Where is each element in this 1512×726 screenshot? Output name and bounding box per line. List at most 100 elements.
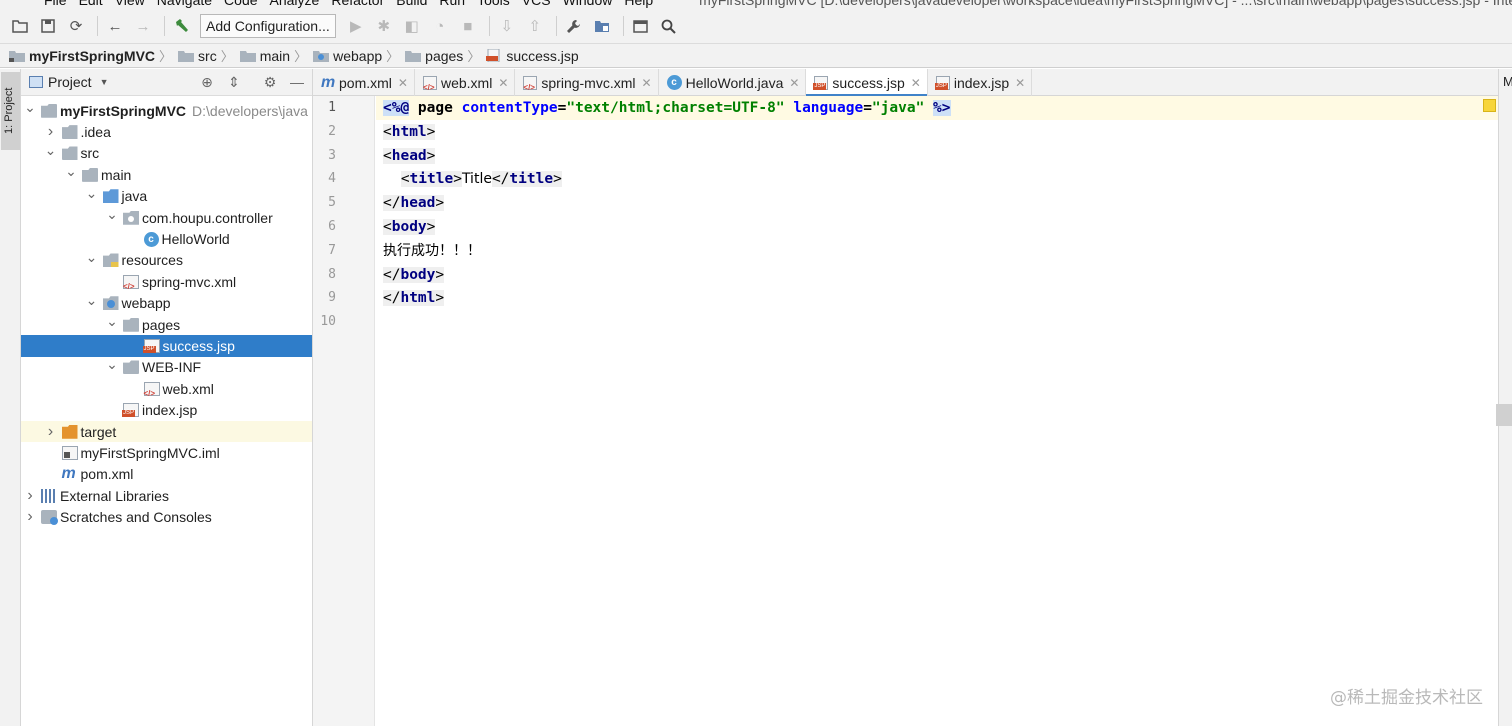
code-editor[interactable]: <%@ page contentType = "text/html;charset=…	[376, 96, 1498, 726]
chevron-down-icon[interactable]: ⌄	[86, 186, 98, 202]
tree-item[interactable]: ›success.jsp	[21, 335, 312, 357]
breadcrumb-item[interactable]: success.jsp	[486, 48, 579, 64]
breadcrumb-item[interactable]: src 〉	[178, 46, 240, 65]
tree-item[interactable]: › External Libraries	[21, 485, 312, 506]
editor-tab[interactable]: success.jsp ✕	[806, 69, 928, 97]
tree-item[interactable]: ⌄ main	[21, 164, 312, 185]
menu-vcs[interactable]: VCS	[516, 0, 557, 8]
tree-item[interactable]: › target	[21, 421, 312, 443]
menu-help[interactable]: Help	[618, 0, 659, 8]
project-structure-icon[interactable]	[590, 14, 614, 38]
tree-item[interactable]: › Scratches and Consoles	[21, 507, 312, 528]
chevron-down-icon[interactable]: ⌄	[86, 293, 98, 309]
hide-panel-icon[interactable]: —	[288, 73, 306, 91]
jsp-file-icon	[142, 339, 160, 354]
menu-file[interactable]: File	[38, 0, 73, 8]
excluded-folder-icon	[61, 424, 78, 439]
gear-icon[interactable]: ⚙	[261, 73, 279, 91]
save-all-icon[interactable]	[36, 14, 60, 38]
close-icon[interactable]: ✕	[498, 76, 508, 90]
back-arrow-icon[interactable]: ←	[103, 14, 127, 38]
tree-item[interactable]: ⌄ pages	[21, 314, 312, 335]
menu-analyze[interactable]: Analyze	[264, 0, 326, 8]
chevron-right-icon[interactable]: ›	[45, 123, 57, 141]
tree-item[interactable]: › .idea	[21, 121, 312, 142]
editor-tab[interactable]: spring-mvc.xml ✕	[515, 69, 659, 96]
collapse-all-icon[interactable]: ⇕	[225, 73, 243, 91]
tree-item[interactable]: ›spring-mvc.xml	[21, 271, 312, 292]
menu-tools[interactable]: Tools	[471, 0, 516, 8]
menu-edit[interactable]: Edit	[73, 0, 109, 8]
chevron-down-icon[interactable]: ⌄	[45, 143, 57, 159]
synchronize-icon[interactable]: ⟳	[64, 14, 88, 38]
chevron-right-icon[interactable]: ›	[24, 487, 36, 505]
code-line: </html>	[383, 286, 445, 310]
close-icon[interactable]: ✕	[911, 76, 921, 90]
terminal-window-icon[interactable]	[629, 14, 653, 38]
tree-item[interactable]: ⌄ webapp	[21, 293, 312, 314]
inspection-status-icon[interactable]	[1483, 99, 1496, 112]
chevron-down-icon[interactable]: ⌄	[106, 314, 118, 330]
menu-build[interactable]: Build	[390, 0, 433, 8]
menu-run[interactable]: Run	[433, 0, 471, 8]
build-hammer-icon[interactable]	[170, 14, 194, 38]
breadcrumb-item[interactable]: pages 〉	[405, 46, 486, 65]
editor-tab[interactable]: index.jsp ✕	[928, 69, 1033, 96]
chevron-down-icon[interactable]: ⌄	[106, 207, 118, 223]
editor-tab[interactable]: c HelloWorld.java ✕	[659, 69, 807, 96]
breadcrumb-item[interactable]: myFirstSpringMVC 〉	[9, 46, 178, 65]
settings-wrench-icon[interactable]	[562, 14, 586, 38]
tree-item[interactable]: ⌄ com.houpu.controller	[21, 207, 312, 228]
editor-tab[interactable]: web.xml ✕	[415, 69, 516, 96]
chevron-down-icon[interactable]: ▼	[100, 77, 109, 87]
forward-arrow-icon[interactable]: →	[131, 14, 155, 38]
chevron-down-icon[interactable]: ⌄	[106, 357, 118, 373]
chevron-right-icon[interactable]: ›	[45, 423, 57, 441]
menu-navigate[interactable]: Navigate	[151, 0, 218, 8]
vcs-update-icon[interactable]: ⇩	[495, 14, 519, 38]
maven-tool-tab[interactable]: M	[1503, 74, 1512, 89]
profile-icon[interactable]: ◔	[428, 14, 452, 38]
chevron-right-icon[interactable]: ›	[24, 508, 36, 526]
breadcrumb-item[interactable]: webapp 〉	[313, 46, 405, 65]
tree-item[interactable]: ›myFirstSpringMVC.iml	[21, 442, 312, 463]
tree-item[interactable]: ›cHelloWorld	[21, 228, 312, 249]
menu-refactor[interactable]: Refactor	[325, 0, 390, 8]
project-view-dropdown[interactable]: Project	[48, 74, 92, 90]
tree-item[interactable]: ›index.jsp	[21, 400, 312, 421]
chevron-down-icon[interactable]: ⌄	[86, 250, 98, 266]
chevron-down-icon[interactable]: ⌄	[65, 164, 77, 180]
chevron-down-icon[interactable]: ⌄	[24, 100, 36, 116]
open-folder-icon[interactable]	[8, 14, 32, 38]
debug-icon[interactable]: ✱	[372, 14, 396, 38]
close-icon[interactable]: ✕	[1015, 76, 1025, 90]
menu-code[interactable]: Code	[218, 0, 263, 8]
close-icon[interactable]: ✕	[789, 76, 799, 90]
close-icon[interactable]: ✕	[642, 76, 652, 90]
tree-item-label: myFirstSpringMVC.iml	[80, 445, 220, 462]
project-tool-tab[interactable]: 1: Project	[1, 72, 20, 150]
tree-item[interactable]: ⌄ src	[21, 143, 312, 164]
tree-item[interactable]: ⌄ resources	[21, 250, 312, 271]
close-icon[interactable]: ✕	[398, 76, 408, 90]
menu-view[interactable]: View	[109, 0, 151, 8]
search-icon[interactable]	[657, 14, 681, 38]
menu-window[interactable]: Window	[557, 0, 619, 8]
tree-item[interactable]: ⌄ myFirstSpringMVC D:\developers\java	[21, 100, 312, 121]
tree-item[interactable]: ⌄ WEB-INF	[21, 357, 312, 378]
add-configuration-button[interactable]: Add Configuration...	[200, 14, 336, 38]
line-number: 3	[328, 147, 336, 163]
code-token: <	[383, 123, 392, 140]
breadcrumb-item[interactable]: main 〉	[239, 46, 313, 65]
breadcrumb-label: src	[198, 47, 217, 64]
tree-item[interactable]: ›web.xml	[21, 378, 312, 399]
coverage-icon[interactable]: ◧	[400, 14, 424, 38]
editor-scrollbar-thumb[interactable]	[1496, 404, 1512, 426]
editor-tab[interactable]: m pom.xml ✕	[313, 69, 415, 96]
tree-item[interactable]: ›mpom.xml	[21, 464, 312, 485]
locate-target-icon[interactable]: ⊕	[198, 73, 216, 91]
run-icon[interactable]: ▶	[344, 14, 368, 38]
stop-icon[interactable]: ■	[456, 14, 480, 38]
vcs-commit-icon[interactable]: ⇧	[523, 14, 547, 38]
tree-item[interactable]: ⌄ java	[21, 186, 312, 207]
